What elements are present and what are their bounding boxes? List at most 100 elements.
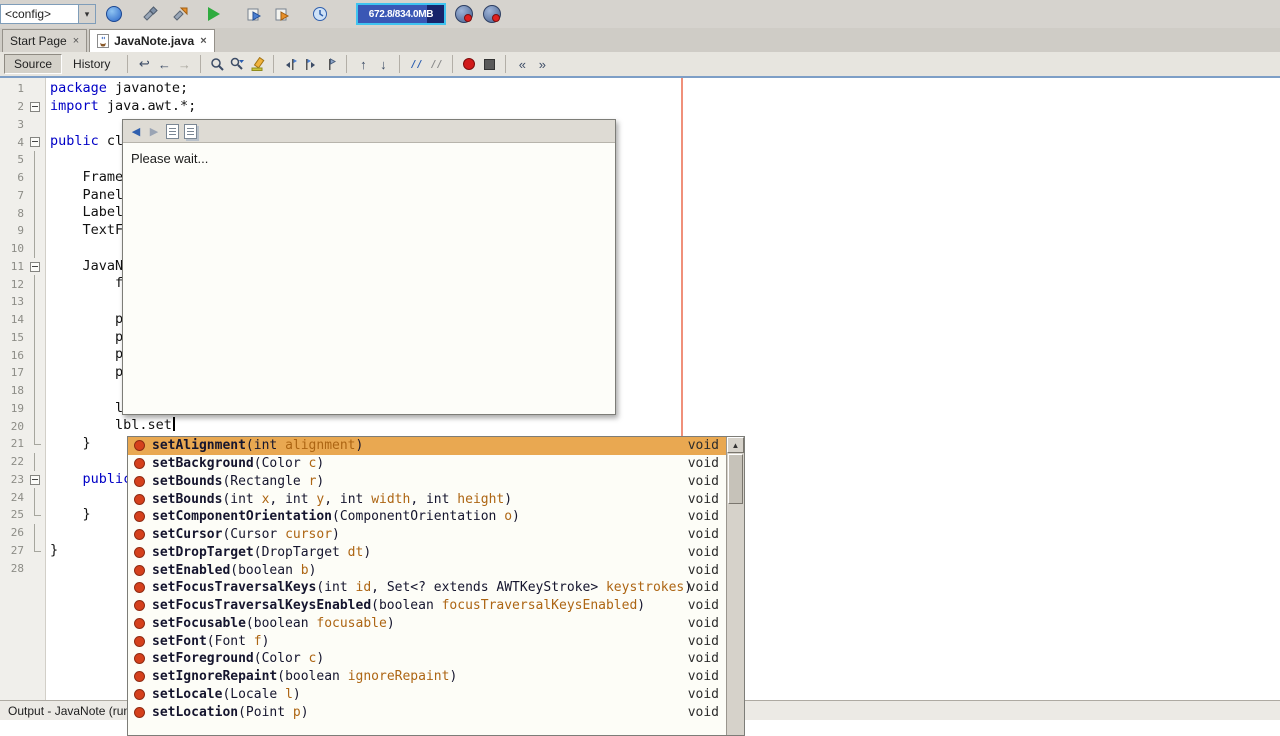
gutter-line[interactable]: 8 <box>0 204 45 222</box>
record-badge-icon-2[interactable] <box>482 4 502 24</box>
gutter-line[interactable]: 3 <box>0 116 45 134</box>
forward-icon[interactable]: → <box>174 54 194 74</box>
tab-label: JavaNote.java <box>114 34 195 48</box>
find-next-icon[interactable] <box>227 54 247 74</box>
fold-toggle-icon[interactable] <box>30 101 40 112</box>
completion-item[interactable]: setAlignment(int alignment) void <box>128 437 727 455</box>
completion-item[interactable]: setFont(Font f) void <box>128 632 727 650</box>
gutter-line[interactable]: 28 <box>0 559 45 577</box>
build-project-icon[interactable] <box>140 4 160 24</box>
gutter-line[interactable]: 7 <box>0 186 45 205</box>
fold-toggle-icon[interactable] <box>30 474 40 485</box>
completion-list[interactable]: setAlignment(int alignment) void setBackgr… <box>128 437 727 735</box>
gutter-line[interactable]: 2 <box>0 98 45 116</box>
code-line[interactable]: import java.awt.*; <box>47 98 1280 116</box>
prev-occurrence-icon[interactable]: ↑ <box>353 54 373 74</box>
fold-toggle-icon[interactable] <box>30 261 40 272</box>
completion-item[interactable]: setLocale(Locale l) void <box>128 686 727 704</box>
completion-scrollbar[interactable]: ▲ <box>726 437 744 735</box>
chevron-down-icon[interactable]: ▾ <box>78 5 95 23</box>
gutter-line[interactable]: 20 <box>0 417 45 435</box>
find-selection-icon[interactable] <box>207 54 227 74</box>
stop-macro-icon[interactable] <box>479 54 499 74</box>
completion-item[interactable]: setCursor(Cursor cursor) void <box>128 526 727 544</box>
gutter-line[interactable]: 13 <box>0 293 45 311</box>
gutter-line[interactable]: 6 <box>0 168 45 187</box>
completion-item[interactable]: setFocusTraversalKeys(int id, Set<? exte… <box>128 579 727 597</box>
gutter-line[interactable]: 9 <box>0 222 45 240</box>
completion-item[interactable]: setForeground(Color c) void <box>128 650 727 668</box>
debug-project-icon[interactable] <box>244 4 264 24</box>
gutter-line[interactable]: 1 <box>0 80 45 98</box>
gutter-line[interactable]: 4 <box>0 133 45 151</box>
fold-toggle-icon[interactable] <box>30 137 40 148</box>
scrollbar-thumb[interactable] <box>728 454 743 504</box>
gutter-line[interactable]: 11 <box>0 258 45 276</box>
next-bookmark-icon[interactable] <box>300 54 320 74</box>
last-edit-icon[interactable]: ↩ <box>134 54 154 74</box>
gutter-line[interactable]: 16 <box>0 346 45 364</box>
gutter-line[interactable]: 27 <box>0 541 45 560</box>
memory-meter[interactable]: 672.8/834.0MB <box>356 3 446 25</box>
gutter-line[interactable]: 14 <box>0 310 45 329</box>
highlight-icon[interactable] <box>247 54 267 74</box>
completion-item[interactable]: setBounds(Rectangle r) void <box>128 473 727 491</box>
clean-build-icon[interactable] <box>170 4 190 24</box>
gutter-line[interactable]: 22 <box>0 452 45 471</box>
toggle-bookmark-icon[interactable] <box>320 54 340 74</box>
shift-left-icon[interactable]: « <box>512 54 532 74</box>
history-view-button[interactable]: History <box>64 55 119 73</box>
completion-item[interactable]: setEnabled(boolean b) void <box>128 561 727 579</box>
record-badge-icon-1[interactable] <box>454 4 474 24</box>
record-macro-icon[interactable] <box>459 54 479 74</box>
tab-start-page[interactable]: Start Page × <box>2 29 88 52</box>
close-icon[interactable]: × <box>200 36 206 47</box>
gutter-line[interactable]: 25 <box>0 506 45 524</box>
completion-item[interactable]: setFocusTraversalKeysEnabled(boolean foc… <box>128 597 727 615</box>
code-line[interactable]: lbl.set <box>47 417 1280 435</box>
gutter-line[interactable]: 15 <box>0 328 45 347</box>
tab-javanote-java[interactable]: JavaNote.java × <box>89 29 215 52</box>
scroll-up-icon[interactable]: ▲ <box>727 437 744 453</box>
uncomment-icon[interactable]: // <box>426 54 446 74</box>
shift-right-icon[interactable]: » <box>532 54 552 74</box>
gutter-line[interactable]: 23 <box>0 471 45 489</box>
completion-item[interactable]: setComponentOrientation(ComponentOrienta… <box>128 508 727 526</box>
gutter-line[interactable]: 5 <box>0 151 45 169</box>
completion-item[interactable]: setIgnoreRepaint(boolean ignoreRepaint) v… <box>128 668 727 686</box>
forward-icon[interactable]: ▶ <box>145 122 163 140</box>
profile-project-icon[interactable] <box>272 4 292 24</box>
gutter-line[interactable]: 19 <box>0 399 45 418</box>
globe-icon[interactable] <box>104 4 124 24</box>
gutter-line[interactable]: 17 <box>0 364 45 382</box>
completion-item[interactable]: setBackground(Color c) void <box>128 455 727 473</box>
gutter-line[interactable]: 10 <box>0 239 45 258</box>
line-number: 11 <box>10 259 24 273</box>
next-occurrence-icon[interactable]: ↓ <box>373 54 393 74</box>
completion-item[interactable]: setBounds(int x, int y, int width, int h… <box>128 490 727 508</box>
clock-icon[interactable] <box>310 4 330 24</box>
back-icon[interactable]: ← <box>154 54 174 74</box>
comment-icon[interactable]: // <box>406 54 426 74</box>
completion-item[interactable]: setFocusable(boolean focusable) void <box>128 615 727 633</box>
show-in-browser-icon[interactable] <box>163 122 181 140</box>
return-type: void <box>687 598 719 614</box>
gutter-line[interactable]: 21 <box>0 435 45 453</box>
completion-item[interactable]: setLocation(Point p) void <box>128 703 727 721</box>
gutter-line[interactable]: 12 <box>0 275 45 293</box>
run-config-select[interactable]: <config> ▾ <box>0 4 96 24</box>
completion-signature: setFont(Font f) <box>152 633 270 649</box>
gutter-line[interactable]: 18 <box>0 381 45 400</box>
source-view-button[interactable]: Source <box>4 54 63 74</box>
close-icon[interactable]: × <box>73 36 79 47</box>
code-line[interactable]: package javanote; <box>47 80 1280 98</box>
gutter-line[interactable]: 26 <box>0 523 45 542</box>
run-project-icon[interactable] <box>204 4 224 24</box>
completion-item[interactable]: setDropTarget(DropTarget dt) void <box>128 544 727 562</box>
return-type: void <box>687 562 719 578</box>
back-icon[interactable]: ◀ <box>127 122 145 140</box>
gutter-line[interactable]: 24 <box>0 488 45 506</box>
copy-icon[interactable] <box>181 122 199 140</box>
prev-bookmark-icon[interactable] <box>280 54 300 74</box>
javadoc-popup-body: Please wait... <box>123 143 615 174</box>
